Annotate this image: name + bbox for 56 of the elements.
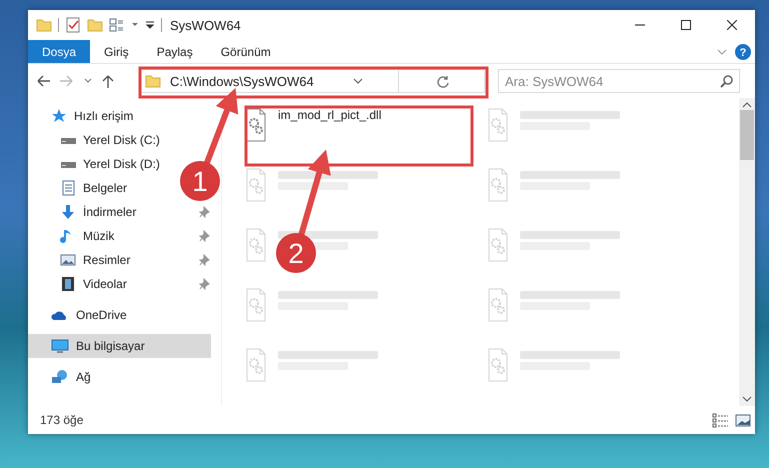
down-arrow-icon — [60, 204, 76, 220]
expand-ribbon-icon[interactable] — [717, 48, 727, 56]
folder-icon — [36, 17, 52, 33]
maximize-icon — [681, 20, 691, 30]
sidebar-item[interactable]: Yerel Disk (C:) — [28, 128, 164, 152]
close-icon — [727, 20, 737, 30]
checklist-icon[interactable] — [65, 17, 81, 33]
blurred-type-bar — [278, 182, 348, 190]
sidebar-item[interactable]: Resimler — [28, 248, 134, 272]
search-field[interactable]: Ara: SysWOW64 — [498, 69, 740, 93]
dropdown-icon[interactable] — [353, 78, 364, 84]
details-view-icon[interactable] — [712, 412, 729, 428]
scrollbar[interactable] — [739, 98, 755, 406]
new-folder-icon — [87, 17, 103, 33]
monitor-icon — [51, 338, 69, 354]
large-icons-view-icon[interactable] — [735, 412, 751, 428]
star-icon — [51, 108, 67, 124]
sidebar-item[interactable]: Ağ — [28, 365, 95, 389]
gear-file-icon — [246, 108, 268, 144]
sidebar-item[interactable]: Bu bilgisayar — [28, 334, 211, 358]
ribbon-tab[interactable]: Paylaş — [142, 40, 207, 63]
ribbon-tab[interactable]: Giriş — [90, 40, 143, 63]
properties-icon[interactable] — [109, 17, 125, 33]
step-badge: 1 — [180, 161, 220, 201]
address-path: C:\Windows\SysWOW64 — [169, 74, 314, 88]
item-count: 173 öğe — [40, 413, 84, 427]
folder-icon — [145, 73, 161, 89]
sidebar-item[interactable]: OneDrive — [28, 303, 131, 327]
back-arrow-icon[interactable] — [36, 75, 50, 87]
dropdown-icon — [131, 22, 139, 28]
file-item[interactable]: im_mod_rl_pict_.dll — [246, 104, 382, 164]
ribbon-tab[interactable]: Dosya — [28, 40, 90, 63]
step-badge: 2 — [276, 233, 316, 273]
refresh-icon[interactable] — [437, 74, 450, 88]
help-icon[interactable]: ? — [735, 44, 751, 60]
sidebar-item[interactable]: Belgeler — [28, 176, 132, 200]
scroll-up-icon[interactable] — [742, 102, 752, 108]
picture-icon — [60, 252, 76, 268]
sidebar-item[interactable]: İndirmeler — [28, 200, 140, 224]
scroll-down-icon[interactable] — [742, 396, 752, 402]
sidebar-item[interactable]: Videolar — [28, 272, 131, 296]
recent-dropdown-icon[interactable] — [84, 78, 92, 84]
ribbon-tab[interactable]: Görünüm — [206, 40, 285, 63]
file-name: im_mod_rl_pict_.dll — [278, 108, 382, 122]
scrollbar-thumb[interactable] — [740, 110, 754, 160]
sidebar-item[interactable]: Müzik — [28, 224, 118, 248]
film-icon — [60, 276, 76, 292]
address-bar[interactable]: C:\Windows\SysWOW64 — [140, 69, 485, 93]
up-arrow-icon[interactable] — [102, 74, 114, 88]
customize-icon[interactable] — [145, 20, 155, 30]
search-icon — [720, 74, 733, 88]
sidebar-item[interactable]: Yerel Disk (D:) — [28, 152, 164, 176]
network-icon — [51, 369, 69, 385]
sidebar-item[interactable]: Hızlı erişim — [28, 104, 138, 128]
window-title: SysWOW64 — [170, 18, 242, 32]
document-icon — [60, 180, 76, 196]
